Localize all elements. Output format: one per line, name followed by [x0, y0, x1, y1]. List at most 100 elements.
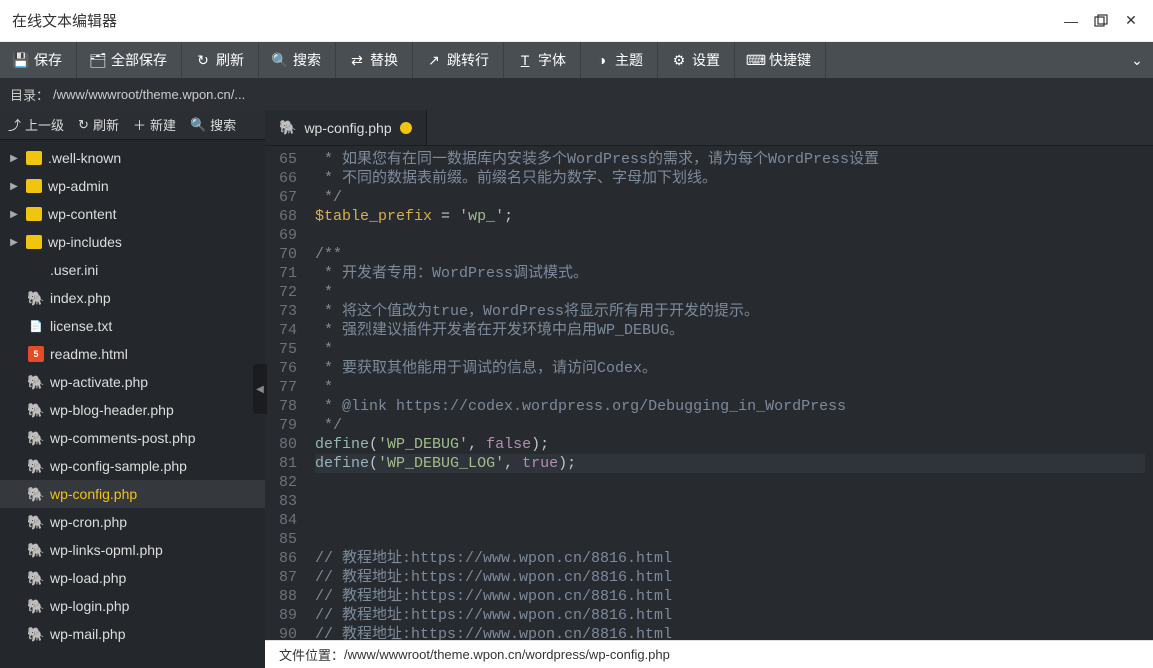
code-line[interactable]: define('WP_DEBUG', false);: [315, 435, 1145, 454]
file-item[interactable]: 5readme.html: [0, 340, 265, 368]
editor-area: ◀ 🐘 wp-config.php 6566676869707172737475…: [265, 110, 1153, 668]
path-value[interactable]: /www/wwwroot/theme.wpon.cn/...: [53, 87, 245, 102]
gear-icon: ⚙: [672, 53, 686, 67]
line-number: 80: [279, 435, 297, 454]
tab-wp-config[interactable]: 🐘 wp-config.php: [265, 110, 427, 145]
line-number: 88: [279, 587, 297, 606]
code-line[interactable]: */: [315, 188, 1145, 207]
toolbar: 💾保存 🗂全部保存 ↻刷新 🔍搜索 ⇄替换 ↗跳转行 T字体 ◑主题 ⚙设置 ⌨…: [0, 42, 1153, 78]
line-number: 72: [279, 283, 297, 302]
line-number: 67: [279, 188, 297, 207]
file-item[interactable]: .user.ini: [0, 256, 265, 284]
code-line[interactable]: * @link https://codex.wordpress.org/Debu…: [315, 397, 1145, 416]
file-name: wp-links-opml.php: [50, 542, 163, 558]
close-button[interactable]: ✕: [1121, 11, 1141, 31]
file-name: wp-includes: [48, 234, 122, 250]
file-name: wp-load.php: [50, 570, 126, 586]
file-item[interactable]: 🐘 wp-load.php: [0, 564, 265, 592]
file-name: wp-mail.php: [50, 626, 125, 642]
line-number: 73: [279, 302, 297, 321]
file-item[interactable]: 🐘index.php: [0, 284, 265, 312]
sidebar-refresh-button[interactable]: ↻刷新: [78, 115, 119, 134]
save-button[interactable]: 💾保存: [0, 42, 77, 78]
new-button[interactable]: ＋新建: [133, 115, 176, 134]
php-icon: 🐘: [28, 514, 44, 530]
code-line[interactable]: [315, 226, 1145, 245]
code-line[interactable]: *: [315, 378, 1145, 397]
file-item[interactable]: 📄license.txt: [0, 312, 265, 340]
code-line[interactable]: // 教程地址:https://www.wpon.cn/8816.html: [315, 587, 1145, 606]
folder-icon: [26, 207, 42, 221]
minimize-button[interactable]: —: [1061, 11, 1081, 31]
code-line[interactable]: *: [315, 340, 1145, 359]
shortcuts-button[interactable]: ⌨快捷键: [735, 42, 826, 78]
file-item[interactable]: 🐘wp-cron.php: [0, 508, 265, 536]
line-number: 68: [279, 207, 297, 226]
tabs: 🐘 wp-config.php: [265, 110, 1153, 146]
file-item[interactable]: 🐘wp-links-opml.php: [0, 536, 265, 564]
folder-item[interactable]: ▶wp-includes: [0, 228, 265, 256]
replace-button[interactable]: ⇄替换: [336, 42, 413, 78]
chevron-right-icon: ▶: [8, 153, 20, 164]
folder-item[interactable]: ▶wp-content: [0, 200, 265, 228]
code-editor[interactable]: 6566676869707172737475767778798081828384…: [265, 146, 1153, 668]
code-line[interactable]: [315, 492, 1145, 511]
folder-item[interactable]: ▶wp-admin: [0, 172, 265, 200]
code-line[interactable]: [315, 473, 1145, 492]
file-item[interactable]: 🐘wp-mail.php: [0, 620, 265, 648]
code-line[interactable]: // 教程地址:https://www.wpon.cn/8816.html: [315, 568, 1145, 587]
code-line[interactable]: /**: [315, 245, 1145, 264]
save-all-icon: 🗂: [91, 53, 105, 67]
code-line[interactable]: // 教程地址:https://www.wpon.cn/8816.html: [315, 606, 1145, 625]
code-line[interactable]: *: [315, 283, 1145, 302]
code-line[interactable]: // 教程地址:https://www.wpon.cn/8816.html: [315, 549, 1145, 568]
folder-item[interactable]: ▶.well-known: [0, 144, 265, 172]
maximize-button[interactable]: [1091, 11, 1111, 31]
line-number: 86: [279, 549, 297, 568]
theme-icon: ◑: [595, 53, 609, 67]
code-line[interactable]: $table_prefix = 'wp_';: [315, 207, 1145, 226]
code-content[interactable]: * 如果您有在同一数据库内安装多个WordPress的需求，请为每个WordPr…: [307, 146, 1153, 668]
line-number: 85: [279, 530, 297, 549]
theme-button[interactable]: ◑主题: [581, 42, 658, 78]
line-gutter: 6566676869707172737475767778798081828384…: [265, 146, 307, 668]
file-tree[interactable]: ▶.well-known▶wp-admin▶wp-content▶wp-incl…: [0, 140, 265, 668]
line-number: 82: [279, 473, 297, 492]
code-line[interactable]: * 不同的数据表前缀。前缀名只能为数字、字母加下划线。: [315, 169, 1145, 188]
up-button[interactable]: ⤴上一级: [8, 115, 64, 134]
file-item[interactable]: 🐘wp-config-sample.php: [0, 452, 265, 480]
file-item[interactable]: 🐘wp-blog-header.php: [0, 396, 265, 424]
line-number: 71: [279, 264, 297, 283]
code-line[interactable]: * 强烈建议插件开发者在开发环境中启用WP_DEBUG。: [315, 321, 1145, 340]
code-line[interactable]: [315, 530, 1145, 549]
code-line[interactable]: * 如果您有在同一数据库内安装多个WordPress的需求，请为每个WordPr…: [315, 150, 1145, 169]
line-number: 84: [279, 511, 297, 530]
code-line[interactable]: * 开发者专用：WordPress调试模式。: [315, 264, 1145, 283]
code-line[interactable]: define('WP_DEBUG_LOG', true);: [315, 454, 1145, 473]
file-name: wp-config-sample.php: [50, 458, 187, 474]
php-icon: 🐘: [28, 570, 44, 586]
code-line[interactable]: * 要获取其他能用于调试的信息，请访问Codex。: [315, 359, 1145, 378]
goto-button[interactable]: ↗跳转行: [413, 42, 504, 78]
chevron-down-icon: ⌄: [1131, 52, 1143, 69]
save-all-button[interactable]: 🗂全部保存: [77, 42, 182, 78]
file-name: wp-config.php: [50, 486, 137, 502]
file-item[interactable]: 🐘wp-login.php: [0, 592, 265, 620]
line-number: 76: [279, 359, 297, 378]
file-item[interactable]: 🐘wp-config.php: [0, 480, 265, 508]
code-line[interactable]: [315, 511, 1145, 530]
file-item[interactable]: 🐘wp-activate.php: [0, 368, 265, 396]
plus-icon: ＋: [133, 115, 146, 134]
toolbar-more-button[interactable]: ⌄: [1121, 42, 1153, 78]
sidebar-search-button[interactable]: 🔍搜索: [190, 115, 236, 134]
file-item[interactable]: 🐘wp-comments-post.php: [0, 424, 265, 452]
refresh-button[interactable]: ↻刷新: [182, 42, 259, 78]
font-button[interactable]: T字体: [504, 42, 581, 78]
settings-button[interactable]: ⚙设置: [658, 42, 735, 78]
line-number: 89: [279, 606, 297, 625]
line-number: 74: [279, 321, 297, 340]
code-line[interactable]: * 将这个值改为true，WordPress将显示所有用于开发的提示。: [315, 302, 1145, 321]
search-button[interactable]: 🔍搜索: [259, 42, 336, 78]
code-line[interactable]: */: [315, 416, 1145, 435]
collapse-handle[interactable]: ◀: [253, 364, 267, 414]
